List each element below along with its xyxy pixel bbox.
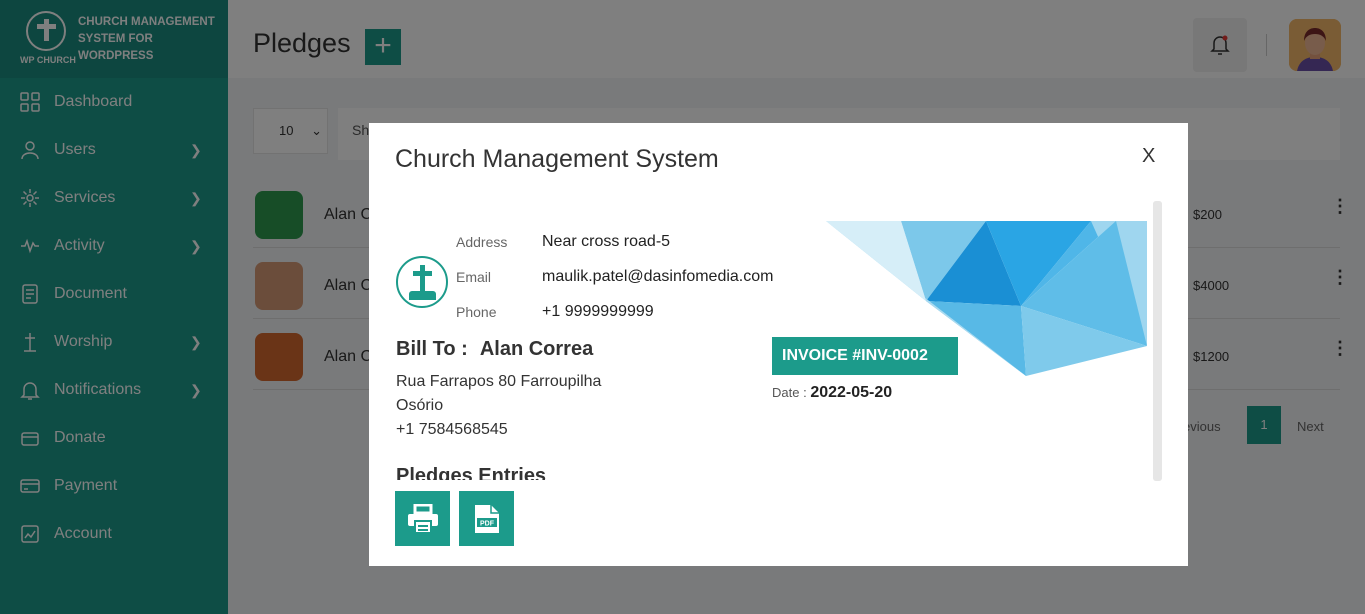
invoice-date: Date : 2022-05-20 bbox=[772, 384, 892, 402]
bill-address-line: Rua Farrapos 80 Farroupilha bbox=[396, 373, 602, 390]
invoice-modal: Church Management System X Address Near … bbox=[369, 123, 1188, 566]
bill-to-label: Bill To : bbox=[396, 338, 468, 360]
church-logo-icon bbox=[396, 256, 448, 308]
close-button[interactable]: X bbox=[1142, 145, 1155, 168]
date-label: Date : bbox=[772, 385, 807, 400]
pledges-entries-heading: Pledges Entries bbox=[396, 465, 547, 480]
invoice-number-badge: INVOICE #INV-0002 bbox=[772, 337, 958, 375]
bill-to: Bill To : Alan Correa bbox=[396, 338, 593, 361]
scrollbar-thumb[interactable] bbox=[1153, 201, 1162, 481]
print-button[interactable] bbox=[395, 491, 450, 546]
phone-label: Phone bbox=[456, 304, 497, 320]
bill-phone: +1 7584568545 bbox=[396, 421, 508, 438]
modal-title: Church Management System bbox=[395, 145, 719, 173]
date-value: 2022-05-20 bbox=[810, 384, 893, 401]
invoice-body: Address Near cross road-5 Email maulik.p… bbox=[369, 203, 1164, 480]
email-value: maulik.patel@dasinfomedia.com bbox=[542, 268, 774, 285]
bill-to-name: Alan Correa bbox=[479, 338, 594, 360]
email-label: Email bbox=[456, 269, 492, 285]
pdf-download-button[interactable]: PDF bbox=[459, 491, 514, 546]
address-label: Address bbox=[456, 234, 508, 250]
printer-icon bbox=[407, 503, 438, 534]
modal-scrollbar[interactable] bbox=[1153, 201, 1162, 481]
phone-value: +1 9999999999 bbox=[542, 303, 654, 320]
pdf-icon: PDF bbox=[474, 504, 499, 533]
address-value: Near cross road-5 bbox=[542, 233, 671, 250]
bill-address-line: Osório bbox=[396, 397, 444, 414]
svg-text:PDF: PDF bbox=[480, 520, 495, 527]
